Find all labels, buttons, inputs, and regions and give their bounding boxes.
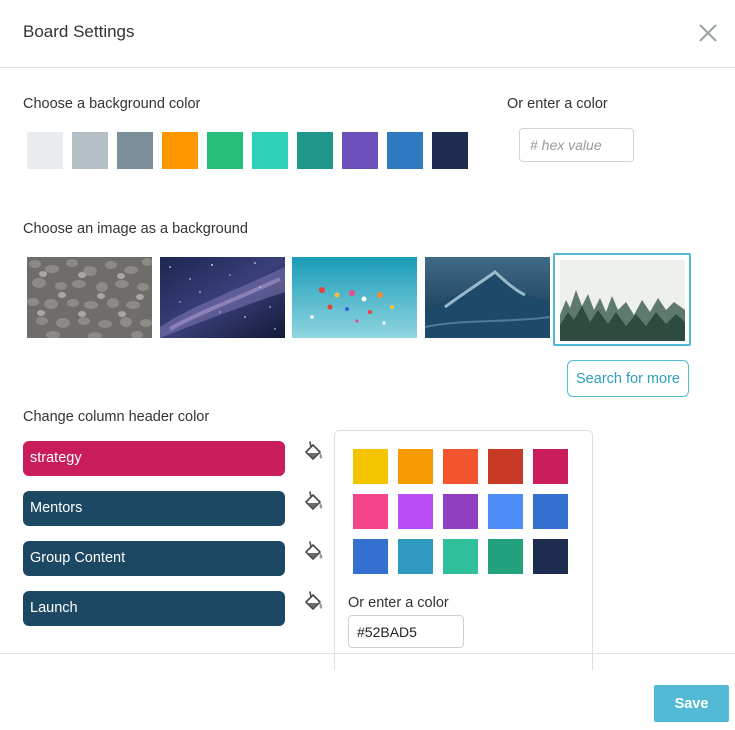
bg-hex-input[interactable]: [519, 128, 634, 162]
column-header-group-content[interactable]: Group Content: [23, 541, 285, 576]
palette-color-swatch[interactable]: [398, 494, 433, 529]
bg-color-swatch[interactable]: [162, 132, 198, 169]
bg-color-swatch[interactable]: [387, 132, 423, 169]
modal-title: Board Settings: [23, 22, 135, 41]
palette-color-swatch[interactable]: [533, 494, 568, 529]
palette-color-swatch[interactable]: [533, 449, 568, 484]
image-thumb-milky-way[interactable]: [160, 257, 285, 338]
palette-color-swatch[interactable]: [353, 449, 388, 484]
bg-color-swatch[interactable]: [297, 132, 333, 169]
paint-bucket-icon[interactable]: [302, 440, 324, 464]
bg-color-swatch[interactable]: [252, 132, 288, 169]
image-thumb-hot-air-balloons[interactable]: [292, 257, 417, 338]
bg-color-swatch[interactable]: [207, 132, 243, 169]
background-image-label: Choose an image as a background: [23, 221, 248, 237]
palette-color-swatch[interactable]: [353, 494, 388, 529]
palette-color-swatch[interactable]: [443, 449, 478, 484]
palette-hex-input[interactable]: [348, 615, 464, 648]
palette-color-swatch[interactable]: [533, 539, 568, 574]
modal-header: Board Settings: [0, 0, 735, 68]
search-more-button[interactable]: Search for more: [567, 360, 689, 397]
background-color-label: Choose a background color: [23, 96, 201, 112]
palette-color-swatch[interactable]: [443, 539, 478, 574]
palette-color-swatch[interactable]: [488, 539, 523, 574]
palette-custom-color-label: Or enter a color: [348, 595, 449, 611]
bg-color-swatch[interactable]: [432, 132, 468, 169]
palette-color-swatch[interactable]: [443, 494, 478, 529]
column-header-strategy[interactable]: strategy: [23, 441, 285, 476]
column-header-mentors[interactable]: Mentors: [23, 491, 285, 526]
bg-color-swatch[interactable]: [117, 132, 153, 169]
image-thumb-ocean-wave[interactable]: [425, 257, 550, 338]
footer-divider: [0, 653, 735, 654]
palette-color-swatch[interactable]: [398, 449, 433, 484]
close-icon[interactable]: [695, 20, 721, 46]
paint-bucket-icon[interactable]: [302, 540, 324, 564]
image-thumb-misty-forest[interactable]: [560, 260, 685, 341]
palette-color-swatch[interactable]: [488, 494, 523, 529]
palette-color-swatch[interactable]: [488, 449, 523, 484]
custom-color-label: Or enter a color: [507, 96, 608, 112]
bg-color-swatch[interactable]: [72, 132, 108, 169]
palette-color-swatch[interactable]: [353, 539, 388, 574]
bg-color-swatch[interactable]: [27, 132, 63, 169]
palette-color-swatch[interactable]: [398, 539, 433, 574]
paint-bucket-icon[interactable]: [302, 490, 324, 514]
color-palette-popover: Or enter a color: [334, 430, 593, 670]
save-button[interactable]: Save: [654, 685, 729, 722]
column-header-color-label: Change column header color: [23, 409, 210, 425]
paint-bucket-icon[interactable]: [302, 590, 324, 614]
image-thumb-pebbles[interactable]: [27, 257, 152, 338]
bg-color-swatch[interactable]: [342, 132, 378, 169]
column-header-launch[interactable]: Launch: [23, 591, 285, 626]
